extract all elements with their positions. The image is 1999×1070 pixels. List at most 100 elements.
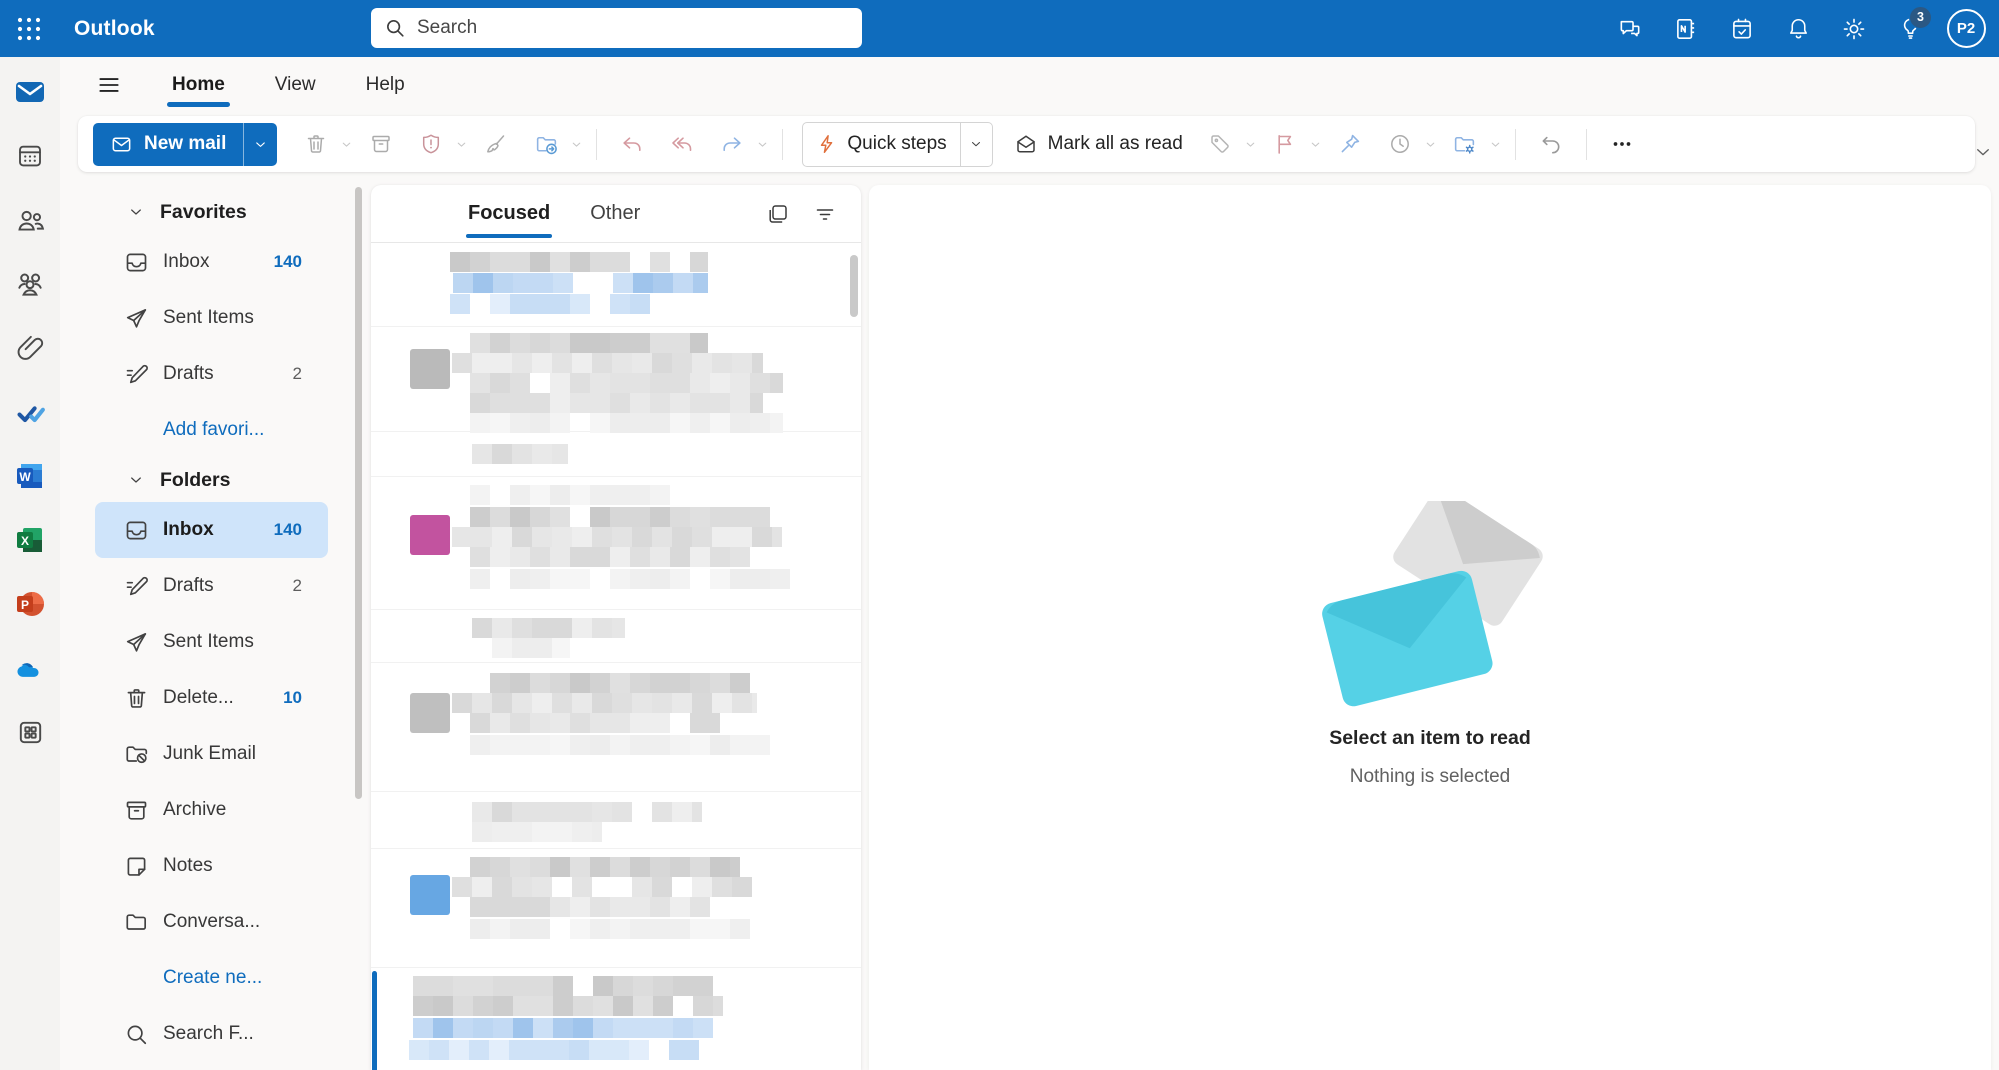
- folder-item-conversa[interactable]: Conversa...: [95, 894, 328, 950]
- folder-item-drafts[interactable]: Drafts2: [95, 558, 328, 614]
- rail-mail-button[interactable]: [13, 75, 47, 109]
- more-options-button[interactable]: [1597, 123, 1647, 166]
- folder-item-sent-items[interactable]: Sent Items: [95, 614, 328, 670]
- folder-item-search-f[interactable]: Search F...: [95, 1006, 328, 1062]
- rail-groups-button[interactable]: [13, 267, 47, 301]
- notifications-button[interactable]: [1775, 6, 1821, 52]
- word-icon: W: [14, 460, 46, 492]
- mosaic-cell: [650, 713, 670, 733]
- sweep-button[interactable]: [471, 123, 521, 166]
- folder-item-create-ne[interactable]: Create ne...: [95, 950, 328, 1006]
- filter-button[interactable]: [813, 202, 837, 226]
- select-all-button[interactable]: [766, 202, 790, 226]
- rail-word-button[interactable]: W: [13, 459, 47, 493]
- flag-dropdown[interactable]: [1308, 138, 1323, 151]
- tab-view[interactable]: View: [273, 72, 318, 98]
- move-to-dropdown[interactable]: [569, 138, 584, 151]
- reply-button[interactable]: [607, 123, 657, 166]
- tag-dropdown[interactable]: [1243, 138, 1258, 151]
- mosaic-cell: [670, 547, 690, 567]
- mosaic-cell: [610, 919, 630, 939]
- rules-dropdown[interactable]: [1488, 138, 1503, 151]
- list-item[interactable]: [371, 432, 861, 477]
- rail-todo-button[interactable]: [13, 395, 47, 429]
- rail-powerpoint-button[interactable]: P: [13, 587, 47, 621]
- collapse-folder-pane-button[interactable]: [94, 70, 124, 100]
- folder-item-add-favori[interactable]: Add favori...: [95, 402, 328, 458]
- ribbon-collapse-button[interactable]: [1972, 141, 1994, 163]
- toolbar-divider: [782, 129, 783, 160]
- quick-steps-button[interactable]: Quick steps: [803, 123, 959, 166]
- app-launcher-button[interactable]: [0, 0, 58, 57]
- folder-item-inbox[interactable]: Inbox140: [95, 234, 328, 290]
- reply-icon: [620, 132, 644, 156]
- reply-all-button[interactable]: [657, 123, 707, 166]
- mosaic-cell: [450, 294, 470, 314]
- list-item[interactable]: [371, 610, 861, 663]
- rail-people-button[interactable]: [13, 203, 47, 237]
- tab-home[interactable]: Home: [170, 72, 227, 98]
- folder-item-archive[interactable]: Archive: [95, 782, 328, 838]
- mosaic-cell: [530, 252, 550, 272]
- pin-button[interactable]: [1325, 123, 1375, 166]
- quick-steps-split-button[interactable]: Quick steps: [802, 122, 992, 167]
- rail-excel-button[interactable]: X: [13, 523, 47, 557]
- mosaic-cell: [710, 713, 720, 733]
- quick-steps-dropdown[interactable]: [960, 123, 992, 166]
- folder-section-favorites[interactable]: Favorites: [60, 190, 371, 234]
- settings-button[interactable]: [1831, 6, 1877, 52]
- rail-more-apps-button[interactable]: [13, 715, 47, 749]
- delete-dropdown[interactable]: [339, 138, 354, 151]
- report-button[interactable]: [406, 123, 456, 166]
- list-item[interactable]: [371, 849, 861, 968]
- folder-item-notes[interactable]: Notes: [95, 838, 328, 894]
- report-dropdown[interactable]: [454, 138, 469, 151]
- list-item[interactable]: [371, 792, 861, 849]
- list-item[interactable]: [371, 327, 861, 432]
- new-mail-split-button[interactable]: New mail: [93, 123, 277, 166]
- account-button[interactable]: P2: [1943, 6, 1989, 52]
- mosaic-cell: [570, 897, 590, 917]
- tab-other[interactable]: Other: [590, 202, 640, 225]
- message-list-scrollbar[interactable]: [850, 255, 858, 317]
- forward-dropdown[interactable]: [755, 138, 770, 151]
- list-item[interactable]: [371, 968, 861, 1070]
- mosaic-cell: [632, 353, 652, 373]
- tab-help[interactable]: Help: [364, 72, 407, 98]
- snooze-button[interactable]: [1375, 123, 1425, 166]
- flag-button[interactable]: [1260, 123, 1310, 166]
- list-item[interactable]: [371, 663, 861, 792]
- chat-button[interactable]: [1607, 6, 1653, 52]
- tab-focused[interactable]: Focused: [468, 202, 550, 225]
- folder-item-sent-items[interactable]: Sent Items: [95, 290, 328, 346]
- list-item[interactable]: [371, 244, 861, 327]
- list-item[interactable]: [371, 477, 861, 610]
- rail-attachments-button[interactable]: [13, 331, 47, 365]
- mark-all-as-read-button[interactable]: Mark all as read: [1002, 123, 1195, 166]
- delete-button[interactable]: [291, 123, 341, 166]
- archive-button[interactable]: [356, 123, 406, 166]
- folder-pane-scrollbar[interactable]: [355, 187, 362, 799]
- snooze-dropdown[interactable]: [1423, 138, 1438, 151]
- folder-item-junk-email[interactable]: Junk Email: [95, 726, 328, 782]
- mosaic-cell: [490, 919, 510, 939]
- rail-calendar-button[interactable]: [13, 139, 47, 173]
- forward-button[interactable]: [707, 123, 757, 166]
- undo-button[interactable]: [1526, 123, 1576, 166]
- rail-onedrive-button[interactable]: [13, 651, 47, 685]
- tips-button[interactable]: 3: [1887, 6, 1933, 52]
- search-input[interactable]: Search: [371, 8, 862, 48]
- onenote-feed-button[interactable]: [1663, 6, 1709, 52]
- new-mail-dropdown[interactable]: [244, 123, 277, 166]
- folder-section-folders[interactable]: Folders: [60, 458, 371, 502]
- tag-button[interactable]: [1195, 123, 1245, 166]
- folder-item-inbox[interactable]: Inbox140: [95, 502, 328, 558]
- new-mail-button[interactable]: New mail: [93, 123, 244, 166]
- mosaic-cell: [532, 802, 552, 822]
- folder-item-drafts[interactable]: Drafts2: [95, 346, 328, 402]
- rules-button[interactable]: [1440, 123, 1490, 166]
- folder-item-delete[interactable]: Delete...10: [95, 670, 328, 726]
- my-day-button[interactable]: [1719, 6, 1765, 52]
- move-to-button[interactable]: [521, 123, 571, 166]
- mosaic-cell: [593, 976, 613, 996]
